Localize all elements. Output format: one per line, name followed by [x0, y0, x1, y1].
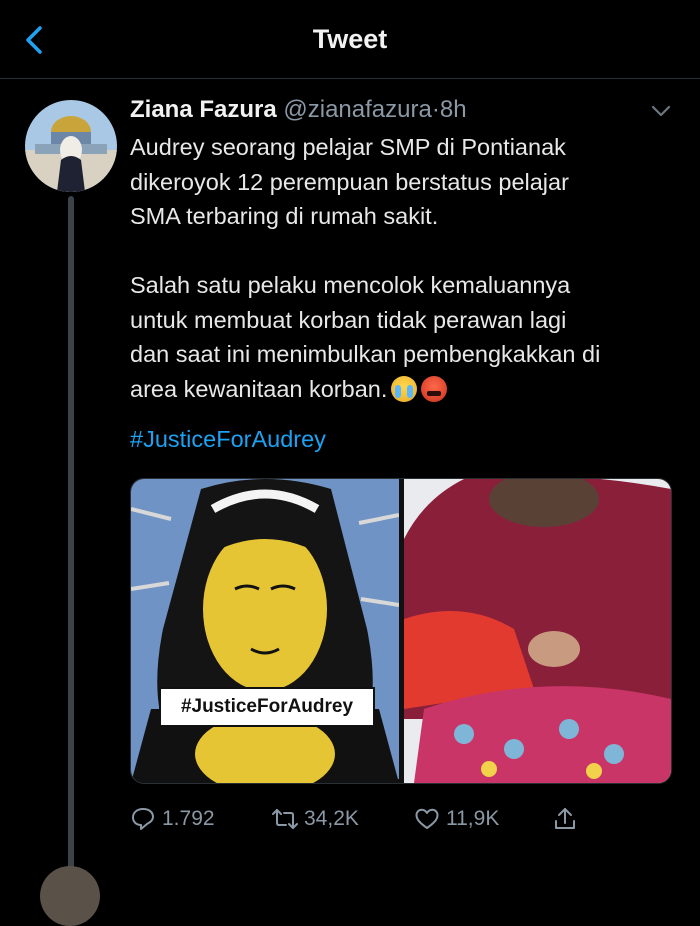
hospital-photo — [404, 479, 671, 783]
tweet-text: Audrey seorang pelajar SMP di Pontianak … — [130, 130, 670, 406]
next-reply-avatar[interactable] — [40, 866, 100, 926]
retweet-icon — [272, 809, 298, 829]
tweet-text-line: SMA terbaring di rumah sakit. — [130, 203, 439, 229]
author-handle[interactable]: @zianafazura — [283, 96, 431, 123]
tweet-text-line: dikeroyok 12 perempuan berstatus pelajar — [130, 168, 569, 195]
media-image-illustration[interactable]: #JusticeForAudrey — [131, 479, 399, 783]
thread-line — [68, 196, 74, 880]
illustration-artwork — [131, 479, 399, 783]
retweet-button[interactable]: 34,2K — [272, 804, 359, 834]
like-count: 11,9K — [446, 807, 500, 830]
tweet-text-line: untuk membuat korban tidak perawan lagi — [130, 306, 567, 333]
tweet-text-line: Salah satu pelaku mencolok kemaluannya — [130, 272, 571, 298]
avatar-image — [25, 100, 117, 192]
top-bar: Tweet — [0, 0, 700, 79]
tweet-time[interactable]: 8h — [440, 96, 467, 123]
author-avatar[interactable] — [25, 100, 117, 192]
hashtag-link[interactable]: #JusticeForAudrey — [130, 426, 326, 453]
reply-icon — [132, 808, 154, 830]
media-gallery: #JusticeForAudrey — [130, 478, 672, 784]
tweet-text-line: area kewanitaan korban. — [130, 375, 388, 402]
reply-button[interactable]: 1.792 — [130, 804, 215, 834]
page-title: Tweet — [312, 24, 388, 54]
tweet-header: Ziana Fazura @zianafazura·8h — [130, 96, 467, 124]
illustration-hashtag-label: #JusticeForAudrey — [159, 687, 375, 727]
share-button[interactable] — [552, 804, 584, 834]
tweet-text-line: dan saat ini menimbulkan pembengkakkan d… — [130, 341, 601, 367]
reply-count: 1.792 — [162, 807, 215, 830]
author-name[interactable]: Ziana Fazura — [130, 96, 277, 123]
tweet-text-line-last: area kewanitaan korban. — [130, 372, 670, 407]
like-icon — [415, 808, 439, 829]
separator: · — [431, 96, 440, 123]
like-button[interactable]: 11,9K — [414, 804, 499, 834]
retweet-count: 34,2K — [304, 807, 359, 830]
tweet-actions: 1.792 34,2K 11,9K — [130, 804, 670, 834]
tweet-menu-button[interactable] — [648, 100, 674, 122]
crying-face-emoji-icon — [391, 375, 418, 402]
share-icon — [555, 808, 575, 829]
caret-down-icon — [651, 105, 671, 117]
tweet-text-line: Audrey seorang pelajar SMP di Pontianak — [130, 134, 566, 160]
media-image-photo[interactable] — [404, 479, 671, 783]
angry-face-emoji-icon — [421, 375, 448, 402]
